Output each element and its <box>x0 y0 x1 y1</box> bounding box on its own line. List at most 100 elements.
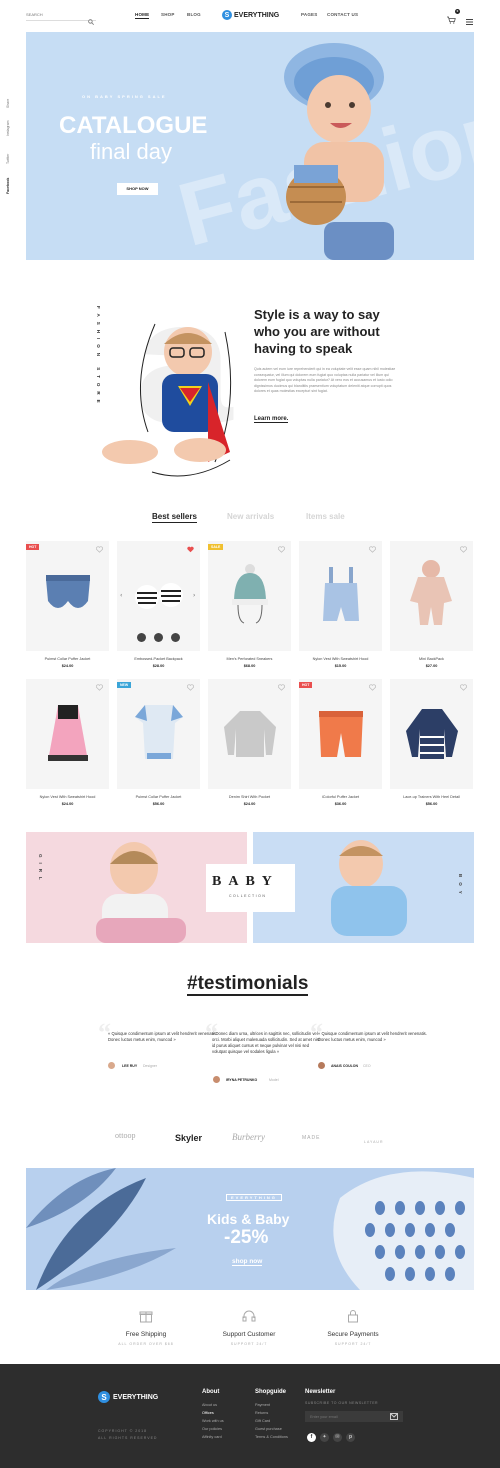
feature-title: Support Customer <box>222 1331 276 1338</box>
twitter-icon[interactable]: ✦ <box>320 1433 329 1442</box>
nav-home[interactable]: HOME <box>135 12 150 19</box>
social-twitter[interactable]: Twitter <box>6 154 10 164</box>
heart-icon[interactable] <box>96 684 103 691</box>
tab-best-sellers[interactable]: Best sellers <box>152 512 197 523</box>
prev-arrow-icon[interactable]: ‹ <box>120 592 122 599</box>
product-card[interactable]: HOT <box>299 679 382 789</box>
feature-subtitle: ALL ORDER OVER $68 <box>118 1342 174 1346</box>
product-card[interactable] <box>208 679 291 789</box>
nav-contact[interactable]: CONTACT US <box>327 12 358 17</box>
compare-icon[interactable] <box>171 633 180 642</box>
heart-icon[interactable] <box>278 546 285 553</box>
social-share[interactable]: Share <box>6 99 10 108</box>
newsletter-email-input[interactable] <box>305 1411 403 1422</box>
tab-items-sale[interactable]: Items sale <box>306 512 345 521</box>
heart-icon[interactable] <box>187 684 194 691</box>
brand-logo[interactable]: Skyler <box>175 1133 202 1143</box>
shop-now-button[interactable]: SHOP NOW <box>117 183 158 195</box>
footer-about-heading: About <box>202 1389 220 1395</box>
product-name[interactable]: Nylon Vest With Sweatshirt Hood <box>26 795 109 799</box>
product-card[interactable] <box>390 541 473 651</box>
heart-icon[interactable] <box>96 546 103 553</box>
heart-icon[interactable] <box>460 546 467 553</box>
footer-link[interactable]: Payment <box>255 1403 270 1407</box>
site-logo[interactable]: S EVERYTHING <box>222 10 279 20</box>
product-name[interactable]: Men's Perforated Sneakers <box>208 657 291 661</box>
product-card[interactable] <box>26 679 109 789</box>
footer-link[interactable]: Gift Card <box>255 1419 270 1423</box>
product-name[interactable]: Embossed-Packet Backpack <box>117 657 200 661</box>
footer-logo[interactable]: S EVERYTHING <box>98 1391 158 1403</box>
brand-logo[interactable]: LAYAUR <box>364 1140 384 1144</box>
footer-link[interactable]: Work with us <box>202 1419 224 1423</box>
product-name[interactable]: iColorful Puffer Jacket <box>299 795 382 799</box>
logo-mark: S <box>222 10 232 20</box>
product-name[interactable]: Puimst Collar Puffer Jacket <box>26 657 109 661</box>
product-card[interactable] <box>299 541 382 651</box>
testimonial-author: ANAIS COULON <box>331 1064 359 1068</box>
footer-link[interactable]: Offices <box>202 1411 214 1415</box>
footer-link[interactable]: Our policies <box>202 1427 222 1431</box>
social-facebook[interactable]: Facebook <box>6 178 10 194</box>
nav-blog[interactable]: BLOG <box>187 12 201 17</box>
product-price: $24.00 <box>61 802 74 806</box>
product-badge: HOT <box>26 544 40 550</box>
footer-link[interactable]: Affinity card <box>202 1435 222 1439</box>
product-name[interactable]: Lace-up Trainers With Heel Detail <box>390 795 473 799</box>
footer-newsletter-heading: Newsletter <box>305 1389 336 1395</box>
heart-icon[interactable] <box>369 546 376 553</box>
product-image <box>406 709 458 759</box>
nav-shop[interactable]: SHOP <box>161 12 175 17</box>
product-image <box>135 705 183 759</box>
promo-title: Kids & Baby <box>207 1211 290 1227</box>
product-card[interactable]: NEW <box>117 679 200 789</box>
search-input[interactable] <box>26 9 96 21</box>
promo-banner[interactable]: EVERYTHING Kids & Baby -25% shop now <box>26 1168 474 1290</box>
footer-link[interactable]: Guest purchase <box>255 1427 282 1431</box>
product-card[interactable]: SALE <box>208 541 291 651</box>
footer-link[interactable]: Terms & Conditions <box>255 1435 288 1439</box>
product-card[interactable]: ‹ › <box>117 541 200 651</box>
product-card[interactable]: HOT <box>26 541 109 651</box>
promo-discount: -25% <box>224 1227 269 1248</box>
social-instagram[interactable]: Instagram <box>6 120 10 136</box>
facebook-icon[interactable]: f <box>307 1433 316 1442</box>
heart-icon[interactable] <box>460 684 467 691</box>
search-icon[interactable] <box>88 12 94 25</box>
baby-collection-box[interactable]: BABY COLLECTION <box>206 864 295 912</box>
nav-pages[interactable]: PAGES <box>301 12 317 17</box>
product-badge: SALE <box>208 544 224 550</box>
testimonial-author: IRYNA PETRUNKO <box>226 1078 258 1082</box>
baby-title: BABY <box>212 874 279 889</box>
brand-logo[interactable]: Burberry <box>232 1132 265 1142</box>
product-name[interactable]: Nylon Vest With Sweatshirt Hood <box>299 657 382 661</box>
product-card[interactable] <box>390 679 473 789</box>
footer-link[interactable]: About us <box>202 1403 217 1407</box>
add-to-cart-icon[interactable] <box>154 633 163 642</box>
testimonial-role: Designer <box>143 1064 158 1068</box>
quick-view-icon[interactable] <box>137 633 146 642</box>
tab-new-arrivals[interactable]: New arrivals <box>227 512 274 521</box>
product-name[interactable]: Puimst Collar Puffer Jacket <box>117 795 200 799</box>
brand-logo[interactable]: MADE <box>302 1135 320 1141</box>
footer-link[interactable]: Returns <box>255 1411 268 1415</box>
boy-image <box>331 840 407 936</box>
heart-icon[interactable] <box>187 546 194 553</box>
promo-shop-now-link[interactable]: shop now <box>232 1258 263 1266</box>
product-image <box>48 705 88 761</box>
pinterest-icon[interactable]: p <box>346 1433 355 1442</box>
product-image <box>224 711 276 757</box>
avatar <box>318 1062 325 1069</box>
mail-icon[interactable]: ✉ <box>333 1433 342 1442</box>
heart-icon[interactable] <box>278 684 285 691</box>
product-name[interactable]: Mini BackPack <box>390 657 473 661</box>
product-name[interactable]: Denim Shirt With Pocket <box>208 795 291 799</box>
logo-mark: S <box>98 1391 110 1403</box>
send-icon[interactable] <box>390 1413 398 1420</box>
heart-icon[interactable] <box>369 684 376 691</box>
site-header: HOME SHOP BLOG S EVERYTHING PAGES CONTAC… <box>0 0 500 32</box>
menu-icon[interactable] <box>466 12 473 25</box>
next-arrow-icon[interactable]: › <box>193 592 195 599</box>
learn-more-link[interactable]: Learn more. <box>254 416 289 423</box>
brand-logo[interactable]: ottoop <box>115 1131 135 1140</box>
